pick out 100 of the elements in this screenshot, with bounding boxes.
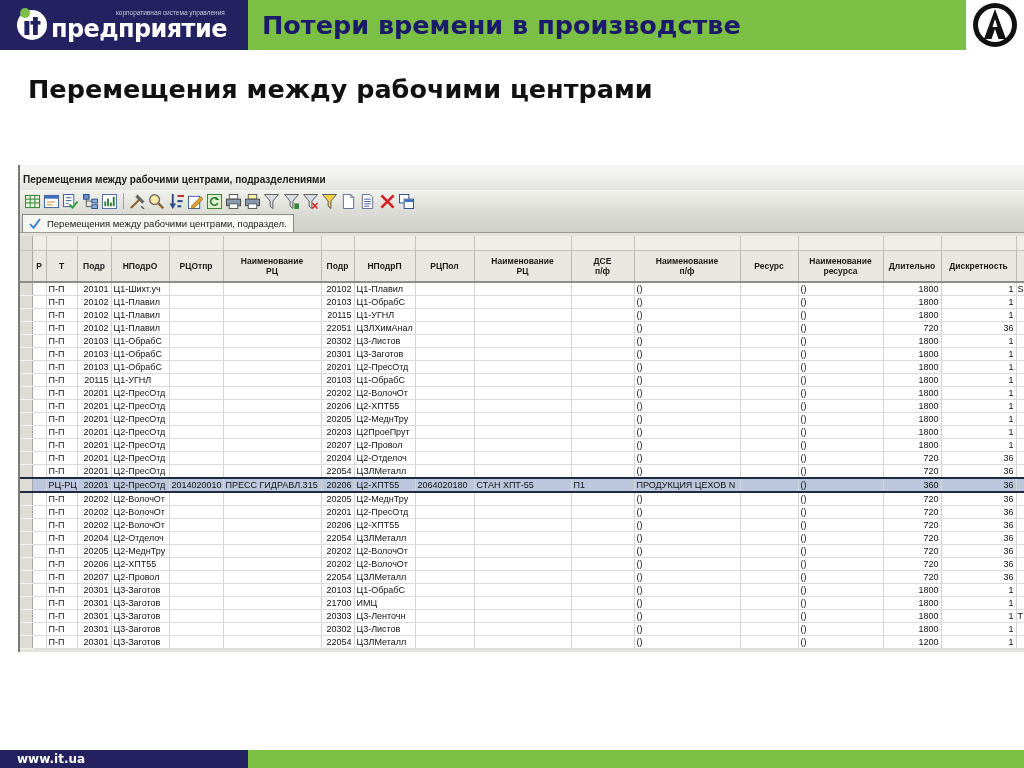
table-cell: 720	[883, 451, 941, 465]
table-row[interactable]: РЦ-РЦ 20201 Ц2-ПресОтд 2014020010 ПРЕСС ГИДРАВЛ.315 20206 Ц2-ХПТ55 2064020180 СТАН ХПТ-55 П1 ПРОДУКЦИЯ ЦЕХОВ N () 360 36	[20, 478, 1024, 492]
filter-icon[interactable]	[322, 193, 337, 209]
column-header[interactable]: Дискретность	[941, 250, 1016, 282]
table-cell: П-П	[46, 518, 77, 532]
close-icon[interactable]	[379, 193, 395, 209]
table-cell: ()	[634, 321, 740, 335]
table-cell: П-П	[46, 544, 77, 558]
table-cell: ()	[634, 360, 740, 374]
clear-filter-icon[interactable]	[302, 193, 318, 209]
table-cell: Ц3-Заготов	[111, 609, 169, 623]
table-cell: ЦЗЛМеталл	[354, 570, 415, 584]
table-cell: 1800	[883, 282, 941, 296]
table-cell: Ц2-МеднТру	[354, 492, 415, 506]
filter-icon[interactable]	[283, 193, 299, 209]
table-cell: 1800	[883, 295, 941, 309]
chart-icon[interactable]	[101, 193, 117, 209]
table-cell: 20201	[77, 386, 111, 400]
table-cell: 20302	[321, 622, 354, 636]
table-cell: ()	[798, 425, 883, 439]
windows-icon[interactable]	[398, 193, 414, 209]
table-cell: ()	[634, 334, 740, 348]
search-icon[interactable]	[149, 193, 165, 209]
filter-icon[interactable]	[264, 193, 280, 209]
table-cell: ()	[798, 505, 883, 519]
table-cell: ПРОДУКЦИЯ ЦЕХОВ N	[634, 478, 740, 492]
table-cell: ()	[634, 347, 740, 361]
table-cell: ()	[798, 557, 883, 571]
page-icon[interactable]	[341, 193, 357, 209]
column-header[interactable]: НПодрО	[111, 250, 169, 282]
hammer-icon[interactable]	[130, 193, 146, 209]
table-cell: ()	[798, 373, 883, 387]
column-header[interactable]: Наименование РЦ	[474, 250, 571, 282]
column-header[interactable]: РЦПол	[415, 250, 474, 282]
tree-icon[interactable]	[82, 193, 98, 209]
sort-icon[interactable]	[168, 193, 184, 209]
table-cell: ()	[798, 386, 883, 400]
table-cell: 36	[941, 505, 1016, 519]
column-header[interactable]: НПодрП	[354, 250, 415, 282]
column-header[interactable]: РЦОтпр	[169, 250, 223, 282]
table-cell: ЦЗЛХимАнал	[354, 321, 415, 335]
table-cell: 20207	[77, 570, 111, 584]
table-cell: Ц3-Заготов	[111, 622, 169, 636]
table-cell: 22054	[321, 531, 354, 545]
printer-icon[interactable]	[226, 193, 242, 209]
table-cell: Ц3-Листов	[354, 622, 415, 636]
table-cell: ()	[634, 308, 740, 322]
table-cell: ИМЦ	[354, 596, 415, 610]
table-cell: 20101	[77, 282, 111, 296]
table-cell: 20102	[77, 308, 111, 322]
table-icon[interactable]	[25, 193, 40, 209]
table-cell: 20206	[321, 518, 354, 532]
table-cell: Ц2-ВолочОт	[354, 544, 415, 558]
table-cell: П-П	[46, 321, 77, 335]
refresh-icon[interactable]	[206, 193, 222, 209]
table-cell: 20301	[77, 609, 111, 623]
table-cell: ()	[798, 412, 883, 426]
table-cell: Ц1-УГНЛ	[111, 373, 169, 387]
table-cell: ()	[798, 492, 883, 506]
table-cell: Ц2-ХПТ55	[354, 399, 415, 413]
table-cell: 1	[941, 609, 1016, 623]
table-cell: Ц2-ВолочОт	[354, 557, 415, 571]
table-cell: 20302	[321, 334, 354, 348]
window-icon[interactable]	[44, 193, 60, 209]
table-cell: П-П	[46, 609, 77, 623]
column-header[interactable]: Наименование п/ф	[634, 250, 740, 282]
table-cell: 36	[941, 451, 1016, 465]
column-header[interactable]: Наименование РЦ	[223, 250, 321, 282]
column-header[interactable]: Длительно	[883, 250, 941, 282]
table-cell: 1	[941, 360, 1016, 374]
table-cell: Ц2-ПресОтд	[354, 360, 415, 374]
table-cell: 20103	[321, 373, 354, 387]
table-cell: Ц2-ПресОтд	[111, 386, 169, 400]
table-cell: 36	[941, 544, 1016, 558]
table-cell: 20202	[321, 386, 354, 400]
table-cell: Ц2-ВолочОт	[111, 518, 169, 532]
table-cell: Ц2-ПресОтд	[111, 451, 169, 465]
table-cell: Ц3-Заготов	[354, 347, 415, 361]
table-cell: 20201	[321, 360, 354, 374]
table-cell: 1800	[883, 347, 941, 361]
checklist-icon[interactable]	[63, 193, 79, 209]
table-cell: П-П	[46, 412, 77, 426]
website-link[interactable]: www.it.ua	[17, 752, 86, 766]
edit-icon[interactable]	[187, 193, 203, 209]
column-header[interactable]: ДСЕ п/ф	[571, 250, 634, 282]
logo-wordmark: предприятие	[51, 17, 227, 41]
column-header[interactable]: Наименование ресурса	[798, 250, 883, 282]
table-cell: 20203	[321, 425, 354, 439]
table-cell: 1	[941, 583, 1016, 597]
table-cell: 1	[941, 334, 1016, 348]
column-header[interactable]: Ресурс	[740, 250, 798, 282]
table-cell: 720	[883, 321, 941, 335]
table-cell: Ц1-ОбрабС	[354, 583, 415, 597]
table-cell: Ц3-Заготов	[111, 583, 169, 597]
table-cell: ()	[798, 570, 883, 584]
table-cell: Ц3-Ленточн	[354, 609, 415, 623]
tab[interactable]: Перемещения между рабочими центрами, подраздел.	[22, 214, 294, 232]
table-cell: T	[1016, 609, 1024, 623]
printer-icon[interactable]	[245, 193, 261, 209]
document-icon[interactable]	[360, 193, 376, 209]
